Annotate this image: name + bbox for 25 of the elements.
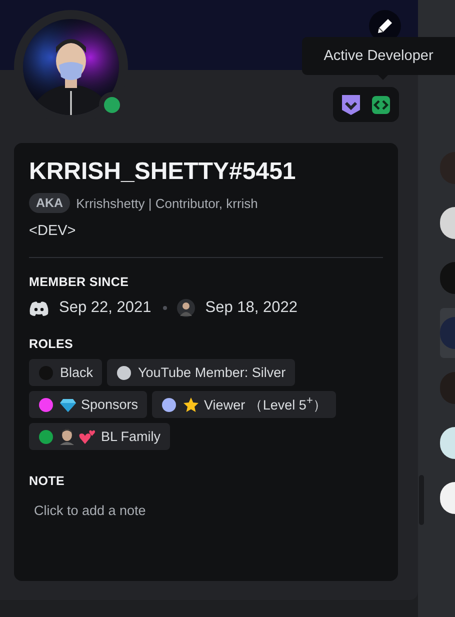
gem-icon	[60, 398, 76, 412]
aka-names: Krrishshetty | Contributor, krrish	[76, 196, 258, 210]
note-field[interactable]: Click to add a note	[29, 496, 379, 524]
server-icon	[177, 299, 196, 317]
section-title: MEMBER SINCE	[29, 275, 130, 289]
server-join-date: Sep 18, 2022	[205, 299, 298, 317]
aka-tag: AKA	[29, 193, 70, 213]
hearts-icon	[79, 429, 96, 444]
code-badge-icon[interactable]	[371, 94, 391, 114]
role-name: Viewer （Level 5$^{+}$）	[204, 394, 327, 414]
discord-logo-icon	[29, 300, 49, 316]
person-icon	[60, 428, 74, 444]
pencil-icon	[376, 17, 394, 35]
role-name: YouTube Member: Silver	[138, 365, 286, 380]
star-icon	[183, 396, 200, 412]
shield-badge-icon[interactable]	[341, 94, 361, 116]
discord-join-date: Sep 22, 2021	[59, 299, 152, 317]
tooltip-text: Active Developer	[324, 48, 434, 64]
username: KRRISH_SHETTY#5451	[29, 157, 297, 187]
role-name: Sponsors	[81, 397, 138, 412]
role-name: Black	[60, 365, 94, 380]
section-title: ROLES	[29, 337, 74, 351]
section-title: NOTE	[29, 474, 66, 488]
role-name: BL Family	[101, 429, 161, 444]
bio-text: <DEV>	[29, 223, 77, 239]
